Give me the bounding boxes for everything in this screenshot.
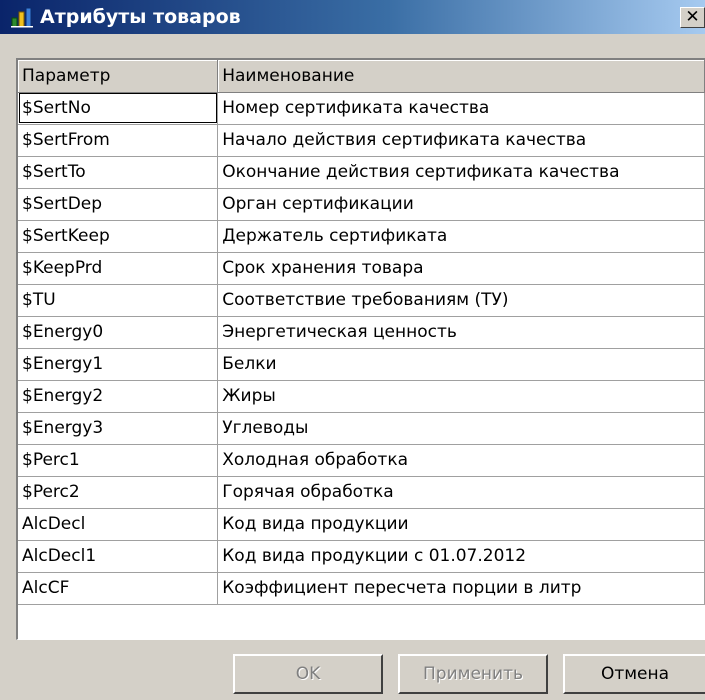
column-header-name[interactable]: Наименование <box>217 60 705 93</box>
cell-parameter[interactable]: $TU <box>18 284 219 317</box>
app-chart-icon <box>11 7 33 28</box>
cell-name[interactable]: Углеводы <box>217 412 705 445</box>
cell-parameter[interactable]: $SertTo <box>18 156 219 189</box>
ok-button[interactable]: OK <box>233 654 383 694</box>
cell-parameter[interactable]: $Energy0 <box>18 316 219 349</box>
table-row[interactable]: $Energy3 Углеводы <box>18 412 705 445</box>
cell-name[interactable]: Окончание действия сертификата качества <box>217 156 705 189</box>
cell-name[interactable]: Номер сертификата качества <box>217 92 705 125</box>
cell-name[interactable]: Код вида продукции <box>217 508 705 541</box>
table-row[interactable]: AlcDecl Код вида продукции <box>18 508 705 541</box>
cell-parameter[interactable]: $Perc1 <box>18 444 219 477</box>
table-row[interactable]: $Energy0 Энергетическая ценность <box>18 316 705 349</box>
cell-name[interactable]: Коэффициент пересчета порции в литр <box>217 572 705 605</box>
table-row[interactable]: $TU Соответствие требованиям (ТУ) <box>18 284 705 317</box>
column-header-parameter[interactable]: Параметр <box>18 60 219 93</box>
apply-button[interactable]: Применить <box>398 654 548 694</box>
table-row[interactable]: $SertTo Окончание действия сертификата ка… <box>18 156 705 189</box>
title-bar[interactable]: Атрибуты товаров ✕ <box>0 0 705 34</box>
table-row[interactable]: $SertFrom Начало действия сертификата кач… <box>18 124 705 157</box>
cell-name[interactable]: Жиры <box>217 380 705 413</box>
table-row[interactable]: AlcCF Коэффициент пересчета порции в литр <box>18 572 705 605</box>
cell-parameter[interactable]: AlcDecl1 <box>18 540 219 573</box>
table-row[interactable]: $Energy2 Жиры <box>18 380 705 413</box>
cell-name[interactable]: Держатель сертификата <box>217 220 705 253</box>
table-row[interactable]: $Perc2 Горячая обработка <box>18 476 705 509</box>
cell-name[interactable]: Белки <box>217 348 705 381</box>
cell-name[interactable]: Код вида продукции с 01.07.2012 <box>217 540 705 573</box>
cell-parameter[interactable]: $SertNo <box>18 92 219 125</box>
cell-name[interactable]: Холодная обработка <box>217 444 705 477</box>
table-row[interactable]: $KeepPrd Срок хранения товара <box>18 252 705 285</box>
cell-name[interactable]: Энергетическая ценность <box>217 316 705 349</box>
cell-parameter[interactable]: AlcCF <box>18 572 219 605</box>
cell-parameter[interactable]: $SertFrom <box>18 124 219 157</box>
cell-parameter[interactable]: $Energy2 <box>18 380 219 413</box>
cell-parameter[interactable]: AlcDecl <box>18 508 219 541</box>
cell-name[interactable]: Срок хранения товара <box>217 252 705 285</box>
table-row[interactable]: AlcDecl1 Код вида продукции с 01.07.2012 <box>18 540 705 573</box>
cell-parameter[interactable]: $SertKeep <box>18 220 219 253</box>
table-row[interactable]: $Perc1 Холодная обработка <box>18 444 705 477</box>
attributes-dialog: Атрибуты товаров ✕ Параметр Наименование… <box>0 0 705 700</box>
cancel-button[interactable]: Отмена <box>563 654 705 694</box>
cell-parameter[interactable]: $KeepPrd <box>18 252 219 285</box>
attributes-grid[interactable]: Параметр Наименование $SertNo Номер серти… <box>16 58 705 640</box>
cell-parameter[interactable]: $Perc2 <box>18 476 219 509</box>
attributes-table: Параметр Наименование $SertNo Номер серти… <box>18 60 705 605</box>
close-button[interactable]: ✕ <box>680 7 705 28</box>
cell-name[interactable]: Начало действия сертификата качества <box>217 124 705 157</box>
cell-parameter[interactable]: $Energy3 <box>18 412 219 445</box>
cell-parameter[interactable]: $Energy1 <box>18 348 219 381</box>
table-row[interactable]: $Energy1 Белки <box>18 348 705 381</box>
close-icon: ✕ <box>685 7 700 27</box>
cell-name[interactable]: Горячая обработка <box>217 476 705 509</box>
window-title: Атрибуты товаров <box>40 6 241 28</box>
table-row[interactable]: $SertKeep Держатель сертификата <box>18 220 705 253</box>
cell-name[interactable]: Орган сертификации <box>217 188 705 221</box>
grid-header-row: Параметр Наименование <box>18 60 705 93</box>
table-row[interactable]: $SertDep Орган сертификации <box>18 188 705 221</box>
table-row[interactable]: $SertNo Номер сертификата качества <box>18 92 705 125</box>
cell-name[interactable]: Соответствие требованиям (ТУ) <box>217 284 705 317</box>
cell-parameter[interactable]: $SertDep <box>18 188 219 221</box>
